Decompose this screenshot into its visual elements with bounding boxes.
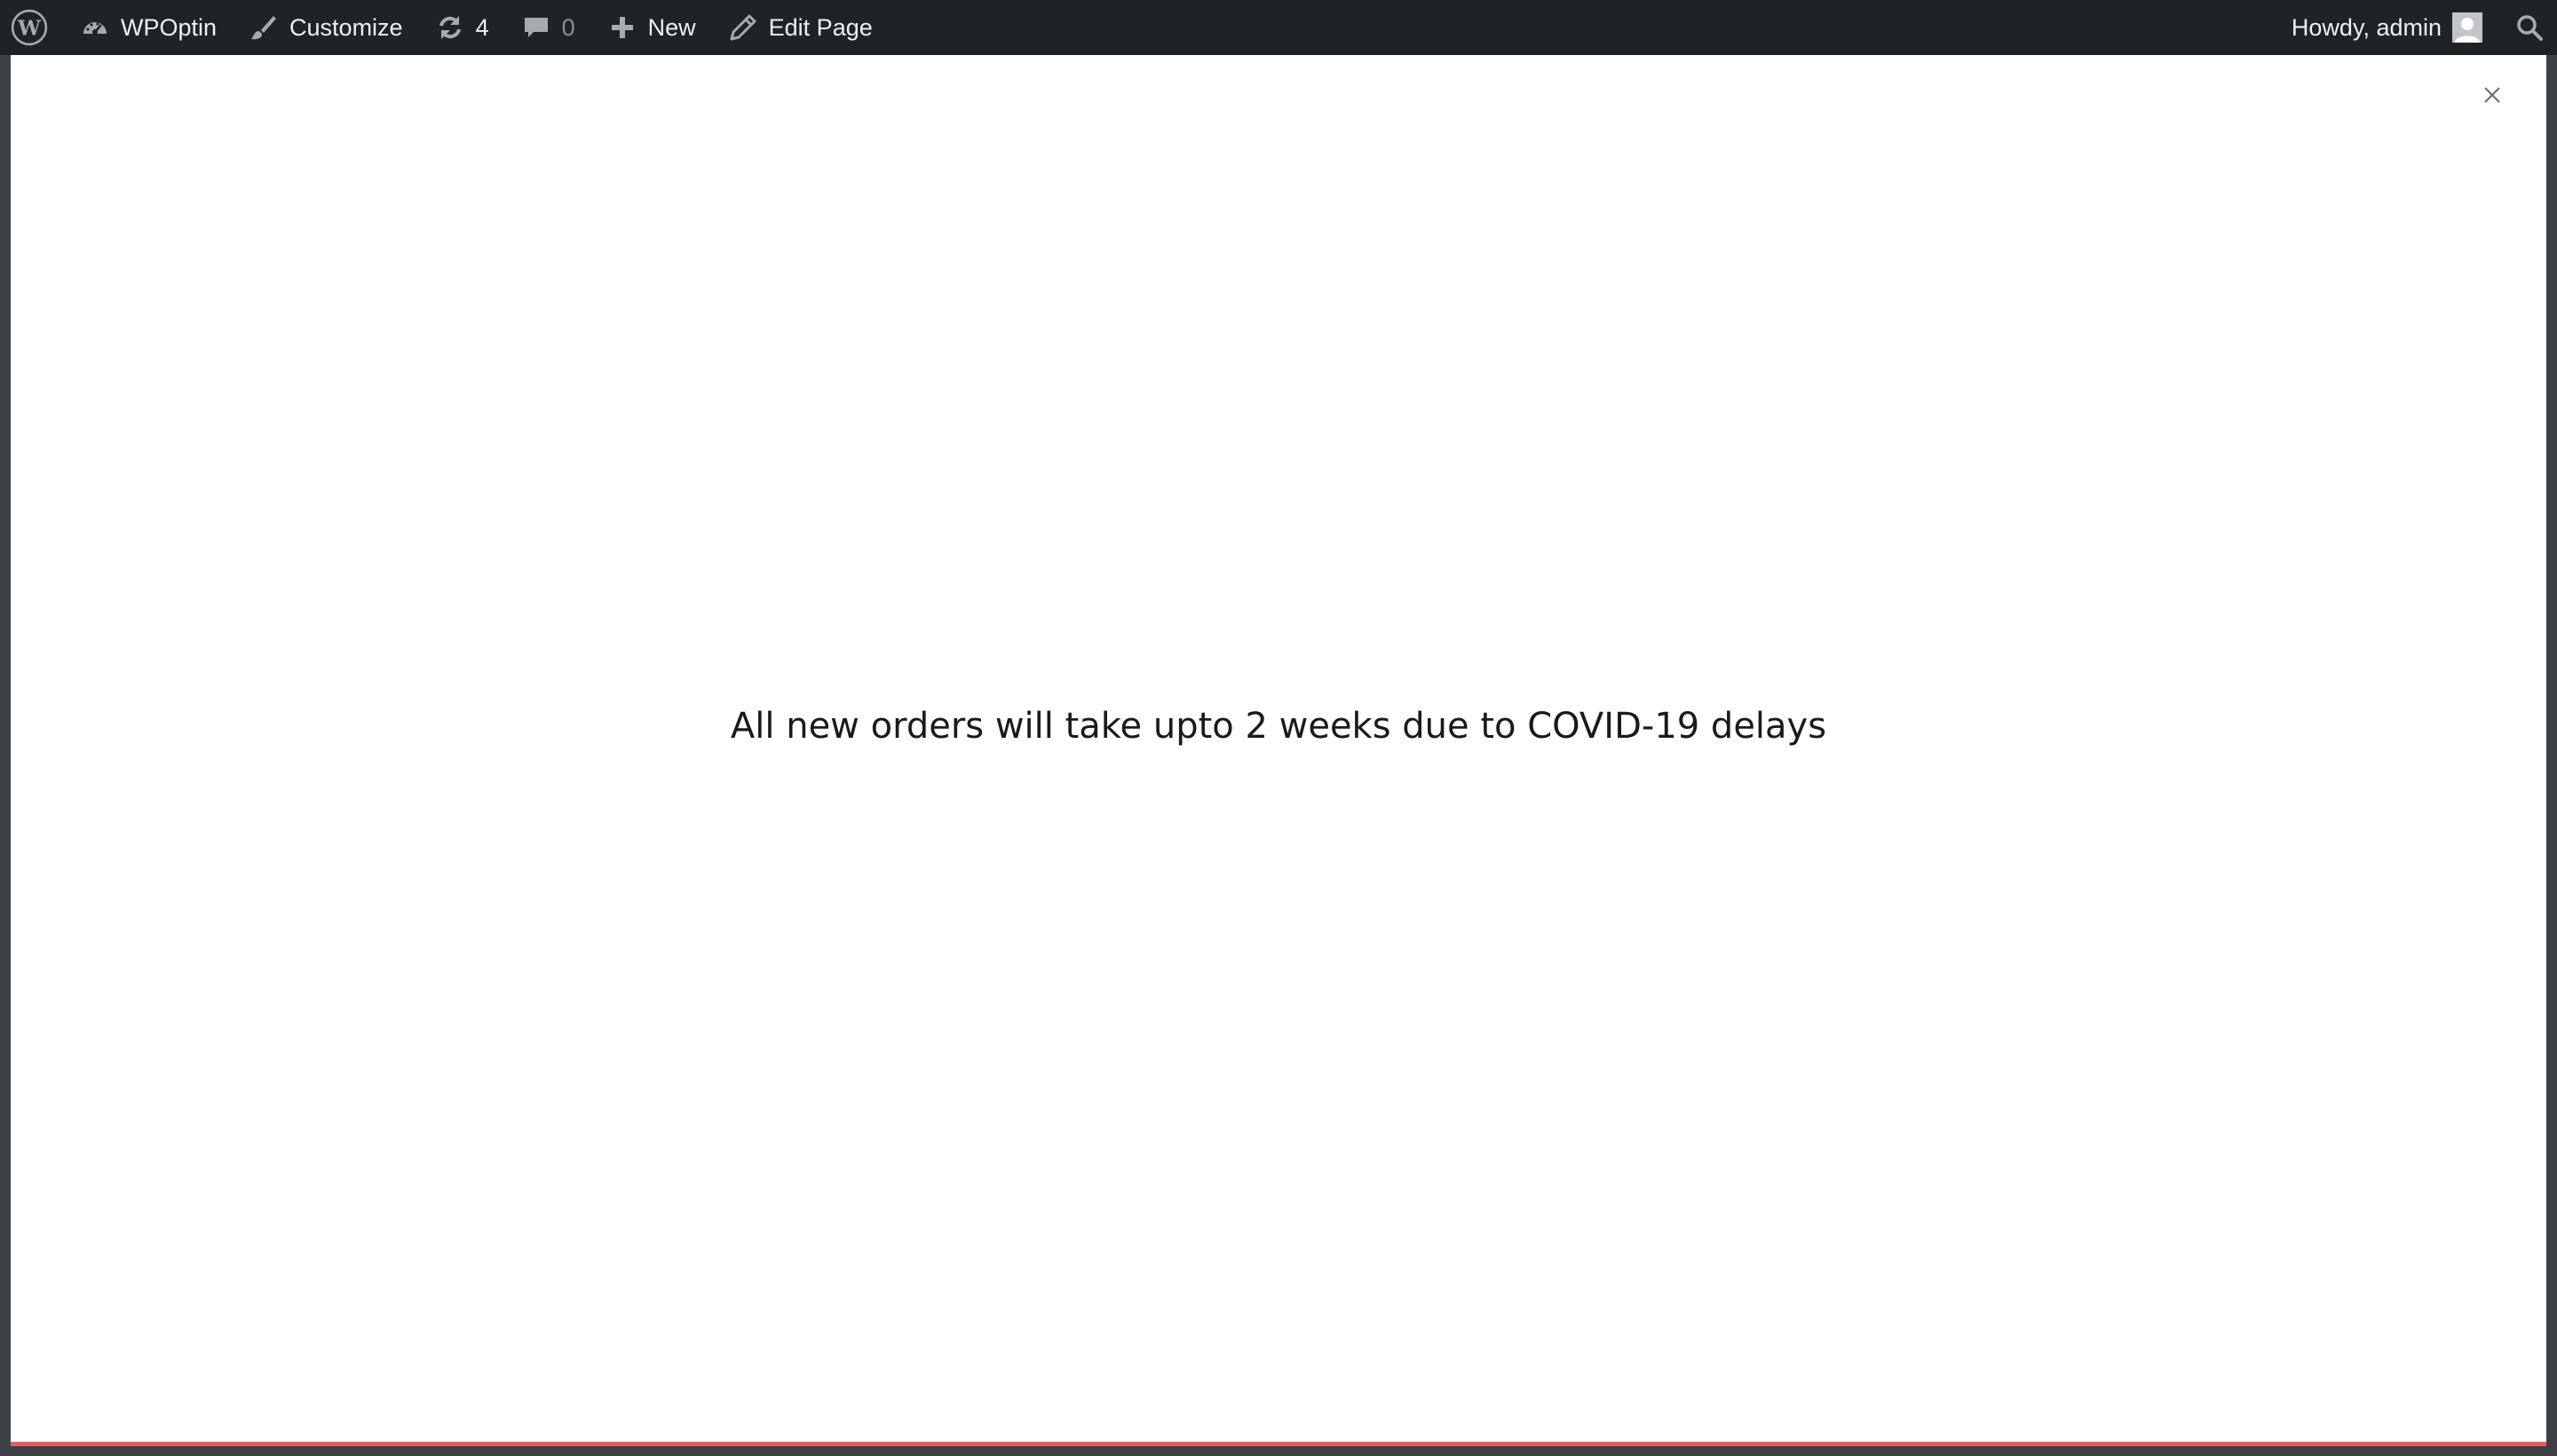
svg-text:W: W [17, 16, 42, 40]
comments-count: 0 [561, 13, 575, 41]
site-name-label: WPOptin [121, 13, 218, 41]
search-toggle[interactable] [2498, 0, 2557, 55]
customize-link[interactable]: Customize [233, 0, 419, 55]
search-icon [2514, 12, 2545, 43]
user-avatar-icon [2452, 12, 2482, 43]
new-content-menu[interactable]: New [591, 0, 712, 55]
comments-link[interactable]: 0 [505, 0, 591, 55]
customize-label: Customize [289, 13, 403, 41]
paintbrush-icon [249, 12, 279, 43]
refresh-icon [435, 12, 465, 43]
new-label: New [647, 13, 696, 41]
site-name-menu[interactable]: WPOptin [64, 0, 233, 55]
admin-bar-left: W WPOptin Customize 4 0 New Edit Page [0, 0, 889, 55]
edit-page-link[interactable]: Edit Page [712, 0, 889, 55]
popup-overlay: All new orders will take upto 2 weeks du… [11, 55, 2546, 1442]
plus-icon [607, 12, 637, 43]
comment-bubble-icon [521, 12, 551, 43]
close-popup-button[interactable] [2479, 82, 2506, 108]
wordpress-logo-icon: W [11, 9, 48, 46]
updates-link[interactable]: 4 [419, 0, 505, 55]
my-account-menu[interactable]: Howdy, admin [2276, 0, 2498, 55]
updates-count: 4 [475, 13, 489, 41]
dashboard-gauge-icon [80, 12, 110, 43]
popup-message: All new orders will take upto 2 weeks du… [730, 706, 1827, 747]
admin-bar-right: Howdy, admin [2276, 0, 2557, 55]
close-icon [2484, 87, 2500, 103]
edit-page-label: Edit Page [768, 13, 873, 41]
frame-left-border [0, 55, 11, 1456]
wordpress-menu[interactable]: W [0, 0, 64, 55]
admin-bar: W WPOptin Customize 4 0 New Edit Page Ho… [0, 0, 2557, 55]
bottom-frame-border [0, 1446, 2557, 1456]
greeting-label: Howdy, admin [2291, 13, 2442, 41]
frame-right-border [2546, 55, 2557, 1456]
pencil-icon [728, 12, 758, 43]
